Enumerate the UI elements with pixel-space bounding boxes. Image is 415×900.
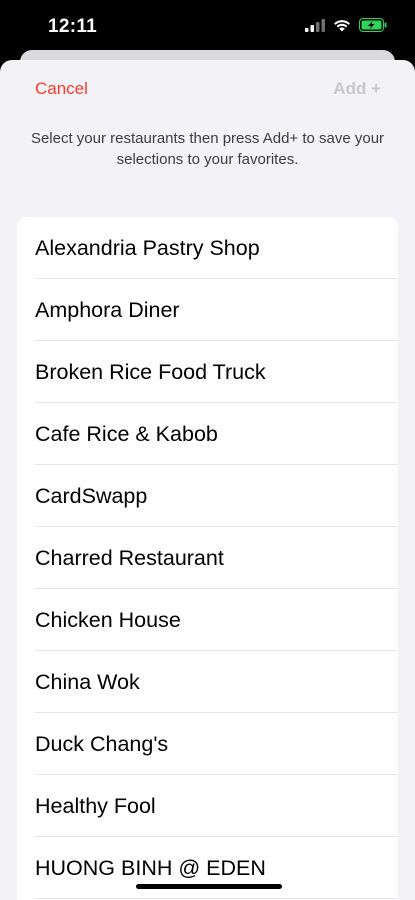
list-item-restaurant[interactable]: Chicken House — [17, 589, 398, 651]
list-item-restaurant[interactable]: China Wok — [17, 651, 398, 713]
add-button[interactable]: Add + — [333, 79, 381, 99]
list-item-restaurant[interactable]: Broken Rice Food Truck — [17, 341, 398, 403]
status-time: 12:11 — [48, 16, 98, 37]
status-icons — [305, 18, 387, 37]
list-item-restaurant[interactable]: Duck Chang's — [17, 713, 398, 775]
list-item-restaurant[interactable]: Cafe Rice & Kabob — [17, 403, 398, 465]
battery-charging-icon — [359, 18, 387, 37]
home-indicator[interactable] — [136, 884, 282, 889]
status-bar: 12:11 — [0, 0, 415, 56]
signal-icon — [305, 18, 325, 37]
add-restaurants-sheet: Cancel Add + Select your restaurants the… — [0, 60, 415, 900]
list-item-restaurant[interactable]: CardSwapp — [17, 465, 398, 527]
restaurant-list: Alexandria Pastry Shop Amphora Diner Bro… — [17, 217, 398, 900]
list-item-restaurant[interactable]: Alexandria Pastry Shop — [17, 217, 398, 279]
wifi-icon — [333, 19, 351, 37]
cancel-button[interactable]: Cancel — [35, 79, 88, 99]
list-item-restaurant[interactable]: Healthy Fool — [17, 775, 398, 837]
list-item-restaurant[interactable]: HUONG BINH @ EDEN — [17, 837, 398, 899]
list-item-restaurant[interactable]: Amphora Diner — [17, 279, 398, 341]
list-item-restaurant[interactable]: Charred Restaurant — [17, 527, 398, 589]
instructions-text: Select your restaurants then press Add+ … — [30, 130, 385, 168]
